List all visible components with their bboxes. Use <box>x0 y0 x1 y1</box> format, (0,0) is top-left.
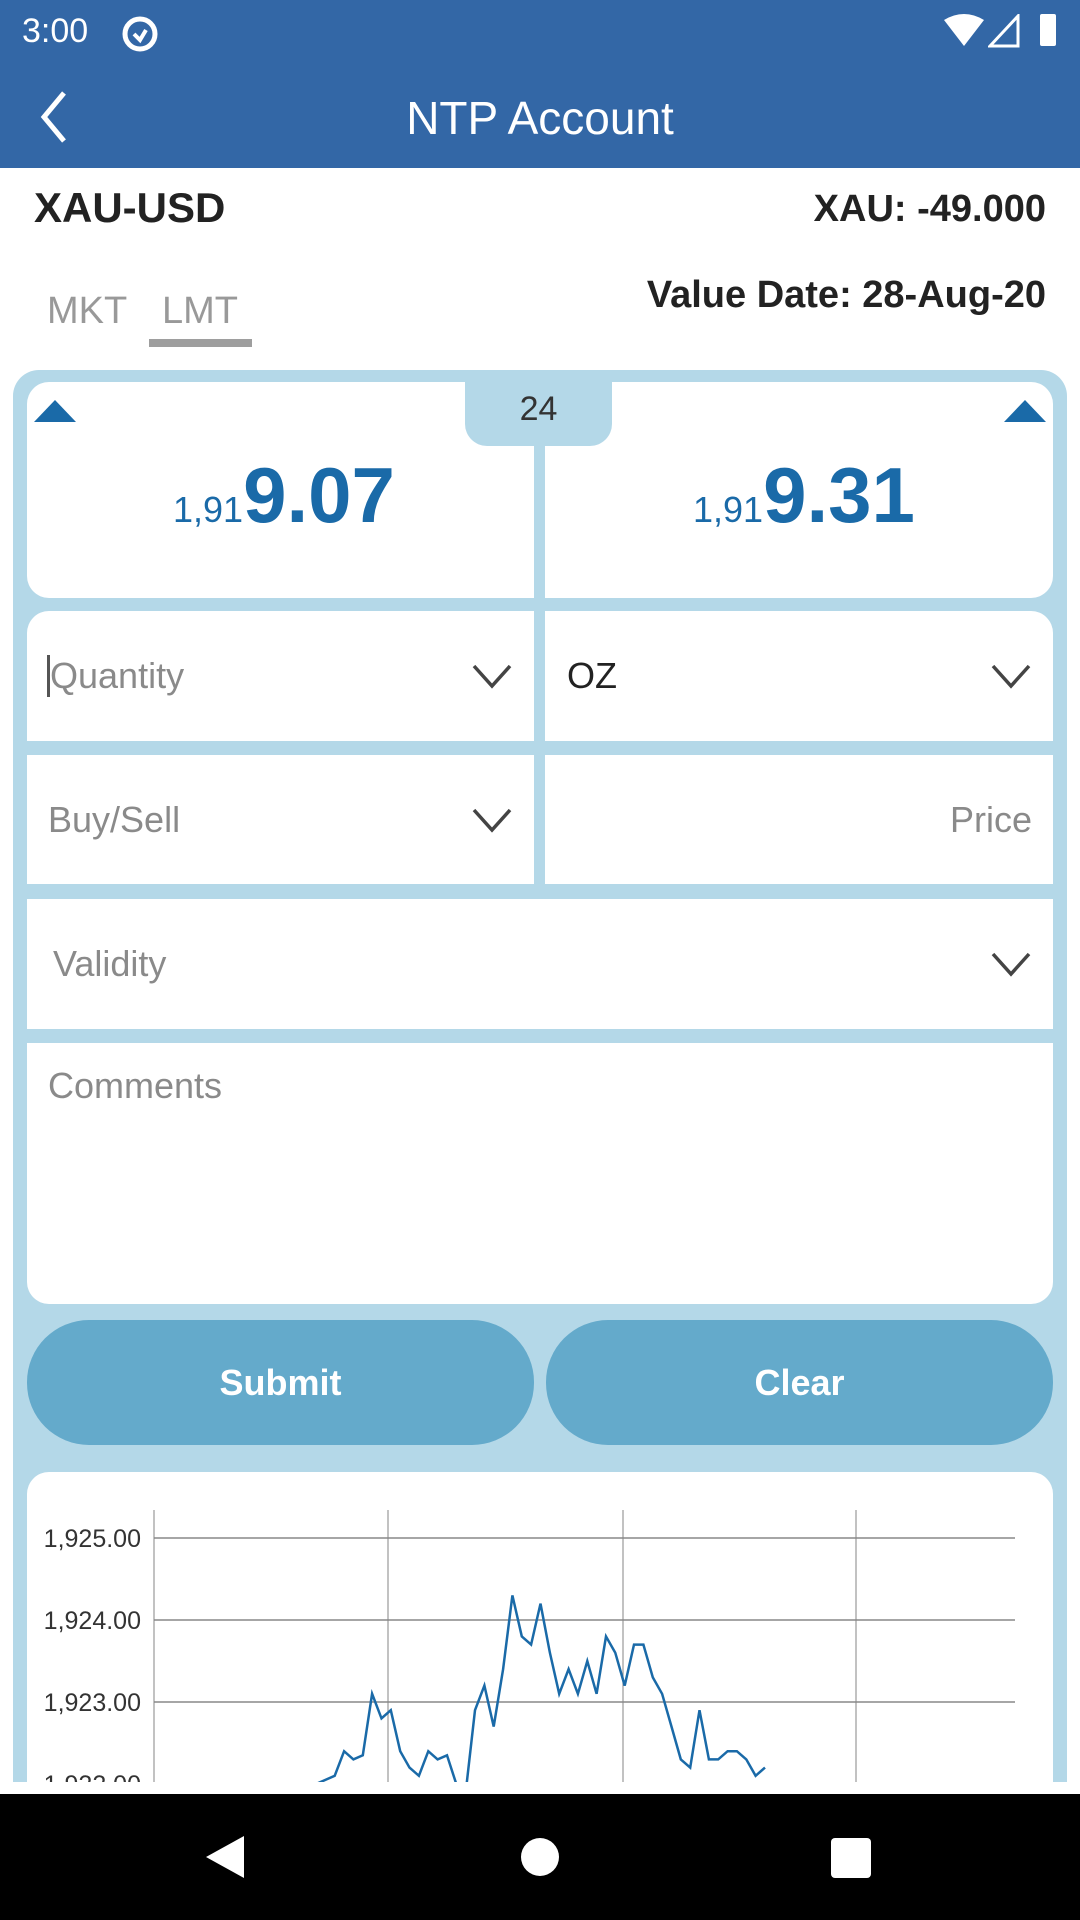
price-chart: 1,925.00 1,924.00 1,923.00 1,922.00 <box>44 1510 1015 1799</box>
data-saver-icon <box>122 16 158 52</box>
y-tick-label: 1,924.00 <box>44 1607 141 1635</box>
comments-textarea[interactable]: Comments <box>27 1043 1053 1304</box>
page-title: NTP Account <box>406 92 674 144</box>
chevron-down-icon[interactable] <box>472 662 512 690</box>
y-tick-label: 1,923.00 <box>44 1689 141 1717</box>
validity-select[interactable]: Validity <box>27 899 1053 1029</box>
up-arrow-icon <box>34 400 76 422</box>
quantity-input[interactable]: Quantity <box>27 611 534 741</box>
buy-sell-select[interactable]: Buy/Sell <box>27 755 534 884</box>
wifi-icon <box>944 14 984 46</box>
recents-nav-button[interactable] <box>831 1838 871 1878</box>
instrument-pair: XAU-USD <box>34 184 226 231</box>
bid-prefix: 1,91 <box>173 489 244 530</box>
up-arrow-icon <box>1004 400 1046 422</box>
app-bar: NTP Account <box>0 67 1080 168</box>
ask-main: 9.31 <box>763 451 915 539</box>
price-chart-card: 1,925.00 1,924.00 1,923.00 1,922.00 <box>27 1472 1053 1802</box>
status-bar: 3:00 <box>0 0 1080 67</box>
value-date: Value Date: 28-Aug-20 <box>646 274 1046 316</box>
bid-price-card[interactable]: 1,919.07 <box>27 382 534 598</box>
home-nav-button[interactable] <box>520 1837 560 1877</box>
status-time: 3:00 <box>22 12 89 50</box>
tab-mkt[interactable]: MKT <box>47 290 127 333</box>
submit-button[interactable]: Submit <box>27 1320 534 1445</box>
y-tick-label: 1,922.00 <box>44 1771 141 1782</box>
position-balance: XAU: -49.000 <box>813 188 1046 230</box>
tab-lmt[interactable]: LMT <box>162 290 238 333</box>
spread-badge: 24 <box>465 382 612 446</box>
clear-button[interactable]: Clear <box>546 1320 1053 1445</box>
ask-price-card[interactable]: 1,919.31 <box>545 382 1053 598</box>
active-tab-indicator <box>149 339 252 347</box>
navigation-bar <box>0 1794 1080 1920</box>
chevron-down-icon[interactable] <box>991 950 1031 978</box>
price-series-line <box>315 1595 766 1795</box>
chevron-down-icon[interactable] <box>472 806 512 834</box>
bid-main: 9.07 <box>243 451 395 539</box>
chevron-down-icon[interactable] <box>991 662 1031 690</box>
battery-icon <box>1040 14 1056 46</box>
signal-icon <box>988 14 1020 48</box>
y-tick-label: 1,925.00 <box>44 1525 141 1553</box>
ask-prefix: 1,91 <box>693 489 764 530</box>
price-input[interactable]: Price <box>545 755 1053 884</box>
back-nav-button[interactable] <box>204 1834 246 1880</box>
unit-select[interactable]: OZ <box>545 611 1053 741</box>
